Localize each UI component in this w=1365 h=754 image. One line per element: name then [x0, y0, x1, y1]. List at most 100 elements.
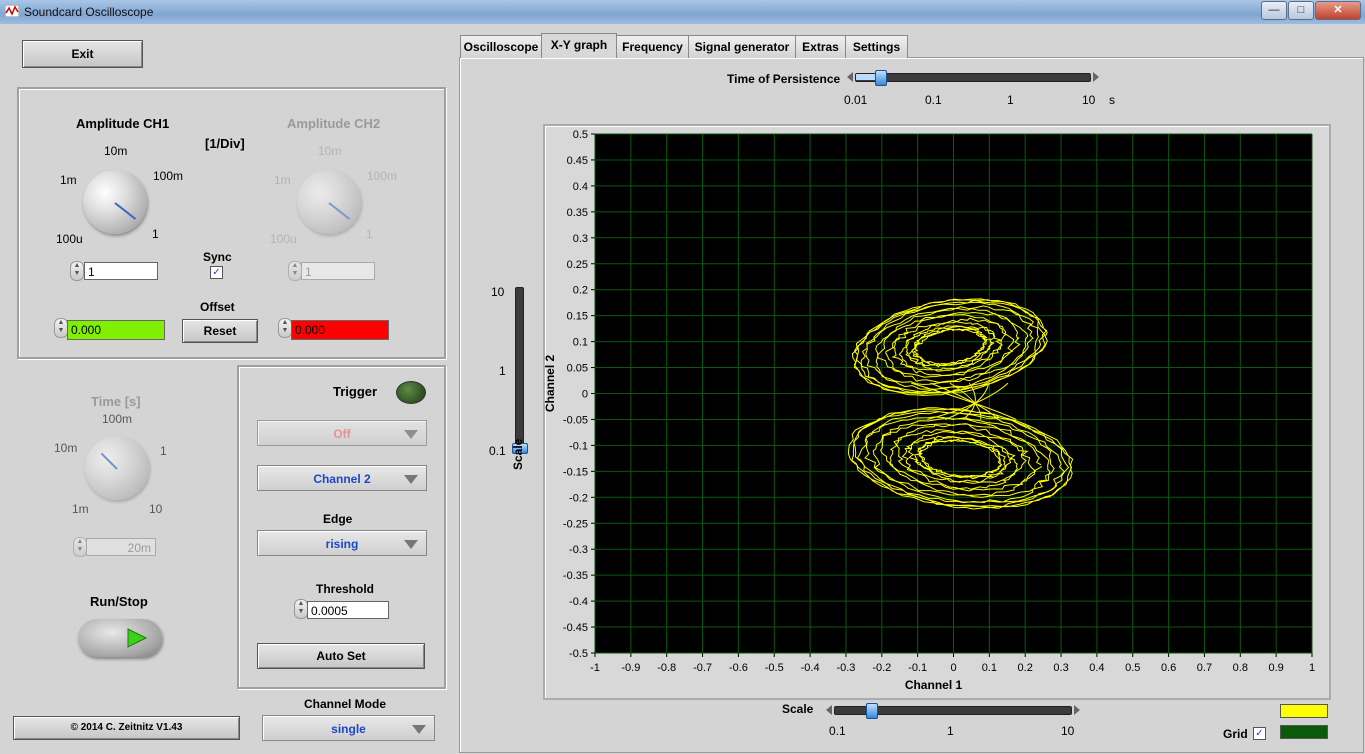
ch2-offset-spinner[interactable]: ▲ ▼ [278, 318, 292, 338]
x-tick-label: -0.1 [908, 662, 927, 674]
y-tick-label: 0.15 [567, 311, 588, 323]
x-tick-label: 0.8 [1233, 662, 1248, 674]
time-label: Time [s] [91, 394, 141, 409]
persistence-label: Time of Persistence [727, 72, 841, 86]
y-tick-label: 0.4 [573, 181, 588, 193]
ch1-offset-input[interactable]: 0.000 [67, 320, 165, 340]
trigger-group [237, 365, 446, 689]
sync-checkbox[interactable]: ✓ [210, 266, 223, 279]
slider-tick-label: 0.1 [925, 93, 942, 107]
trigger-led [396, 381, 426, 404]
x-tick-label: -0.3 [836, 662, 855, 674]
ch1-amplitude-knob[interactable]: 100u 1m 10m 100m 1 [56, 144, 196, 248]
x-tick-label: -0.7 [693, 662, 712, 674]
x-tick-label: 0.7 [1197, 662, 1212, 674]
tab-signal-generator[interactable]: Signal generator [688, 35, 796, 58]
threshold-label: Threshold [316, 582, 375, 596]
app-icon [5, 5, 19, 17]
y-tick-label: 0.05 [567, 363, 588, 375]
trigger-channel-dropdown[interactable]: Channel 2 [257, 465, 427, 491]
time-input[interactable]: 20m [86, 538, 156, 556]
run-stop-button[interactable] [78, 619, 162, 657]
y-tick-label: -0.2 [569, 492, 588, 504]
time-spinner[interactable]: ▲ ▼ [73, 537, 87, 557]
channel-mode-dropdown[interactable]: single [262, 715, 435, 741]
slider-right-arrow[interactable] [1074, 705, 1080, 715]
slider-right-arrow[interactable] [1093, 72, 1099, 82]
grid-color-swatch[interactable] [1280, 725, 1328, 739]
chevron-down-icon [412, 725, 426, 734]
xy-graph[interactable]: -1 -0.9 -0.8 -0.7 -0.6 -0.5 -0.4 -0.3 -0.2 -0.1 0 0… [545, 126, 1325, 694]
ch2-amplitude-input[interactable]: 1 [301, 262, 375, 280]
threshold-spinner[interactable]: ▲ ▼ [294, 599, 308, 619]
x-tick-label: 0 [950, 662, 956, 674]
persistence-slider[interactable]: 0.01 0.1 1 10 s [844, 70, 1115, 111]
copyright-button[interactable]: © 2014 C. Zeitnitz V1.43 [13, 716, 240, 740]
grid-checkbox[interactable]: ✓ [1253, 727, 1266, 740]
exit-button[interactable]: Exit [22, 40, 143, 68]
ch1-amplitude-input[interactable]: 1 [84, 262, 158, 280]
y-tick-label: -0.45 [563, 622, 588, 634]
slider-thumb[interactable] [875, 70, 888, 86]
knob-label: 10m [104, 144, 128, 158]
play-icon [127, 628, 148, 648]
close-button[interactable]: ✕ [1315, 1, 1361, 20]
x-tick-label: -0.9 [621, 662, 640, 674]
vertical-scale-slider[interactable]: 10 1 0.1 Scale [485, 283, 535, 503]
slider-tick-label: 1 [947, 724, 954, 738]
y-tick-label: 0 [582, 389, 588, 401]
tab-frequency[interactable]: Frequency [616, 35, 689, 58]
x-tick-label: -1 [590, 662, 600, 674]
x-tick-label: 0.4 [1089, 662, 1104, 674]
tab-xy-graph[interactable]: X-Y graph [541, 33, 617, 58]
slider-tick-label: 0.1 [829, 724, 846, 738]
trigger-mode-dropdown[interactable]: Off [257, 420, 427, 446]
knob-label: 100m [367, 169, 398, 183]
tab-oscilloscope[interactable]: Oscilloscope [460, 35, 542, 58]
y-tick-label: -0.4 [569, 596, 588, 608]
minimize-button[interactable]: — [1261, 1, 1287, 20]
run-stop-label: Run/Stop [90, 594, 148, 609]
trace-color-swatch[interactable] [1280, 704, 1328, 718]
tab-settings[interactable]: Settings [845, 35, 908, 58]
slider-tick-label: 0.01 [844, 93, 868, 107]
tab-extras[interactable]: Extras [795, 35, 846, 58]
edge-label: Edge [323, 512, 353, 526]
slider-left-arrow[interactable] [847, 72, 853, 82]
ch2-offset-input[interactable]: 0.000 [291, 320, 389, 340]
offset-reset-button[interactable]: Reset [182, 319, 258, 343]
slider-thumb[interactable] [865, 703, 878, 719]
x-tick-label: 0.6 [1161, 662, 1176, 674]
trigger-channel-value: Channel 2 [313, 472, 371, 486]
window-title: Soundcard Oscilloscope [24, 5, 154, 19]
horizontal-scale-label: Scale [782, 702, 814, 716]
y-tick-label: 0.5 [573, 129, 588, 141]
knob-label: 100m [102, 412, 133, 426]
slider-tick-label: 1 [1007, 93, 1014, 107]
y-tick-label: 0.1 [573, 337, 588, 349]
auto-set-button[interactable]: Auto Set [257, 643, 425, 669]
ch1-offset-spinner[interactable]: ▲ ▼ [54, 318, 68, 338]
amplitude-ch2-label: Amplitude CH2 [287, 116, 381, 131]
horizontal-scale-slider[interactable]: 0.1 1 10 [826, 703, 1086, 741]
slider-unit: s [1109, 93, 1115, 107]
chevron-down-icon [404, 430, 418, 439]
y-tick-label: 0.45 [567, 155, 588, 167]
knob-label: 1m [60, 173, 77, 187]
ch2-amplitude-knob[interactable]: 100u 1m 10m 100m 1 [270, 144, 410, 248]
ch1-spinner[interactable]: ▲ ▼ [70, 261, 84, 281]
maximize-button[interactable]: □ [1288, 1, 1314, 20]
time-knob[interactable]: 1m 10m 100m 1 10 [52, 410, 182, 520]
knob-label: 1m [274, 173, 291, 187]
slider-left-arrow[interactable] [826, 705, 832, 715]
slider-tick-label: 10 [1082, 93, 1096, 107]
y-tick-label: 0.25 [567, 259, 588, 271]
sync-label: Sync [203, 250, 232, 264]
ch2-spinner[interactable]: ▲ ▼ [288, 261, 302, 281]
chevron-down-icon [404, 540, 418, 549]
trigger-edge-dropdown[interactable]: rising [257, 530, 427, 556]
offset-label: Offset [200, 300, 235, 314]
y-axis-label: Channel 2 [545, 355, 557, 413]
amplitude-ch1-label: Amplitude CH1 [76, 116, 170, 131]
threshold-input[interactable]: 0.0005 [307, 601, 389, 619]
